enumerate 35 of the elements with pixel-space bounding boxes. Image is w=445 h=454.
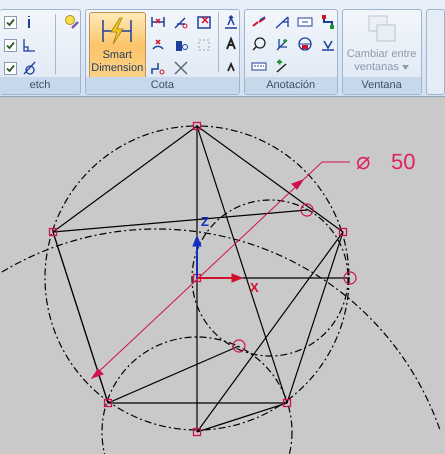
point-marker[interactable] xyxy=(48,228,58,236)
axis-label: X xyxy=(250,280,259,295)
checkbox[interactable] xyxy=(4,16,17,28)
checkbox[interactable] xyxy=(4,38,17,52)
linear-dimension-icon[interactable] xyxy=(150,14,166,30)
cross-dimension-icon[interactable] xyxy=(172,60,189,76)
connector-icon[interactable] xyxy=(320,14,336,30)
arrow-leader-icon[interactable] xyxy=(274,14,290,30)
checkbox[interactable] xyxy=(4,62,17,74)
circle-symbol-icon[interactable] xyxy=(297,36,314,52)
tangent-icon[interactable] xyxy=(21,60,37,76)
dimension-line[interactable] xyxy=(90,162,350,379)
point-marker[interactable] xyxy=(282,398,292,408)
bulb-pencil-icon[interactable] xyxy=(64,14,80,30)
chain-dimension-icon[interactable] xyxy=(150,60,166,76)
group-label: Ventana xyxy=(342,77,421,94)
windows-icon xyxy=(366,14,398,44)
edit-dimension-icon[interactable] xyxy=(196,14,212,30)
perpendicular-icon[interactable] xyxy=(21,37,37,53)
smart-dimension-button[interactable]: Smart Dimension xyxy=(89,12,146,80)
dimension-value: 50 xyxy=(391,149,416,174)
group-label: etch xyxy=(0,77,80,94)
group-label: Anotación xyxy=(244,77,337,94)
group-label: Cota xyxy=(86,77,239,94)
point-marker[interactable] xyxy=(192,428,202,436)
point-marker[interactable] xyxy=(104,398,112,408)
z-axis-arrow xyxy=(192,234,202,278)
caret-icon xyxy=(402,64,409,70)
point-marker[interactable] xyxy=(192,274,202,282)
diameter-symbol: ⌀ xyxy=(356,148,370,175)
balloon-icon[interactable] xyxy=(250,36,267,52)
point-marker[interactable] xyxy=(192,122,202,130)
text-style-icon[interactable] xyxy=(222,14,239,30)
point-marker[interactable] xyxy=(338,228,348,236)
x-axis-arrow xyxy=(197,273,244,283)
